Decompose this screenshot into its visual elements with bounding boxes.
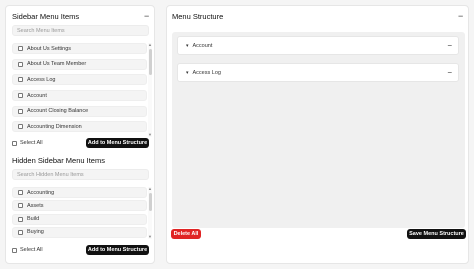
list-item-label: Accounting: [27, 189, 55, 196]
sidebar-menu-list: About Us Settings About Us Team Member A…: [12, 43, 147, 137]
delete-all-button[interactable]: Delete All: [171, 229, 201, 239]
list-item[interactable]: Assets: [12, 200, 147, 212]
list-item[interactable]: About Us Team Member: [12, 58, 147, 70]
list-item-label: Assets: [27, 202, 44, 209]
sidebar-section-title: Sidebar Menu Items: [12, 12, 80, 21]
checkbox[interactable]: [18, 61, 23, 67]
checkbox[interactable]: [18, 203, 23, 209]
list-item[interactable]: Build: [12, 213, 147, 225]
scroll-down-icon[interactable]: ▼: [148, 133, 152, 137]
hidden-search-input[interactable]: Search Hidden Menu Items: [12, 169, 149, 180]
checkbox[interactable]: [18, 229, 23, 235]
hidden-scrollbar[interactable]: ▲ ▼: [148, 187, 152, 239]
structure-item-access-log[interactable]: ▾ Access Log −: [177, 63, 459, 82]
menu-structure-area: ▾ Account − ▾ Access Log −: [172, 32, 465, 228]
remove-minus-icon[interactable]: −: [447, 41, 452, 50]
select-all-checkbox[interactable]: [12, 247, 17, 253]
hidden-menu-list: Accounting Assets Build Buying: [12, 187, 147, 239]
checkbox[interactable]: [18, 124, 23, 130]
hidden-add-to-menu-structure-button[interactable]: Add to Menu Structure: [86, 245, 149, 255]
checkbox[interactable]: [18, 216, 23, 222]
scroll-down-icon[interactable]: ▼: [148, 235, 152, 239]
scroll-up-icon[interactable]: ▲: [148, 187, 152, 191]
right-panel: Menu Structure − ▾ Account − ▾ Access Lo…: [166, 5, 469, 264]
scroll-thumb[interactable]: [148, 49, 152, 75]
list-item-label: Build: [27, 216, 40, 223]
list-item[interactable]: Accounting Dimension: [12, 121, 147, 133]
list-item-label: Accounting Dimension: [27, 123, 82, 130]
chevron-down-icon[interactable]: ▾: [186, 70, 189, 76]
menu-structure-title: Menu Structure: [172, 12, 224, 21]
list-item[interactable]: Accounting: [12, 187, 147, 198]
structure-item-account[interactable]: ▾ Account −: [177, 36, 459, 55]
checkbox[interactable]: [18, 108, 23, 114]
scroll-up-icon[interactable]: ▲: [148, 43, 152, 47]
list-item-label: Access Log: [27, 76, 56, 83]
select-all-checkbox[interactable]: [12, 140, 17, 146]
save-menu-structure-button[interactable]: Save Menu Structure: [407, 229, 466, 239]
menu-structure-collapse-minus-icon[interactable]: −: [458, 12, 463, 21]
list-item-label: About Us Settings: [27, 45, 72, 52]
list-item[interactable]: Account: [12, 90, 147, 102]
add-to-menu-structure-button[interactable]: Add to Menu Structure: [86, 138, 149, 148]
hidden-select-all[interactable]: Select All: [12, 247, 43, 253]
sidebar-collapse-minus-icon[interactable]: −: [144, 12, 149, 21]
list-item-label: Buying: [27, 229, 44, 236]
remove-minus-icon[interactable]: −: [447, 68, 452, 77]
checkbox[interactable]: [18, 77, 23, 83]
sidebar-search-input[interactable]: Search Menu Items: [12, 25, 149, 36]
list-item[interactable]: Account Closing Balance: [12, 105, 147, 117]
checkbox[interactable]: [18, 93, 23, 99]
checkbox[interactable]: [18, 46, 23, 51]
list-item-label: About Us Team Member: [27, 61, 87, 68]
scroll-thumb[interactable]: [148, 193, 152, 211]
left-panel: Sidebar Menu Items − Search Menu Items A…: [5, 5, 155, 264]
sidebar-scrollbar[interactable]: ▲ ▼: [148, 43, 152, 137]
list-item[interactable]: About Us Settings: [12, 43, 147, 54]
chevron-down-icon[interactable]: ▾: [186, 43, 189, 49]
sidebar-select-all[interactable]: Select All: [12, 140, 43, 146]
structure-item-label: Account: [192, 42, 213, 49]
hidden-sidebar-section-title: Hidden Sidebar Menu Items: [12, 156, 105, 165]
list-item[interactable]: Access Log: [12, 74, 147, 86]
list-item-label: Account: [27, 92, 47, 99]
select-all-label: Select All: [20, 140, 43, 146]
structure-item-label: Access Log: [192, 69, 221, 76]
checkbox[interactable]: [18, 190, 23, 195]
list-item[interactable]: Buying: [12, 226, 147, 238]
list-item-label: Account Closing Balance: [27, 108, 89, 115]
select-all-label: Select All: [20, 247, 43, 253]
